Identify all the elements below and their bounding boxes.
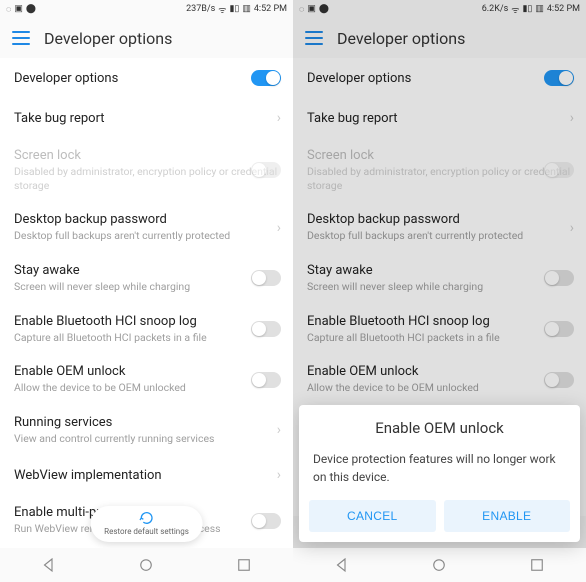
row-bug-report[interactable]: Take bug report›	[0, 98, 293, 138]
sim-icon: ▣	[307, 4, 316, 15]
row-backup-password[interactable]: Desktop backup passwordDesktop full back…	[293, 202, 586, 253]
toggle-multi-webview[interactable]	[251, 513, 281, 529]
dialog-message: Device protection features will no longe…	[309, 451, 570, 486]
home-button[interactable]	[137, 556, 155, 574]
row-oem-unlock[interactable]: Enable OEM unlockAllow the device to be …	[0, 354, 293, 405]
dialog-title: Enable OEM unlock	[309, 419, 570, 437]
status-bar: ◌▣⬤ 237B/sᯤ▮▯▥4:52 PM	[0, 0, 293, 18]
toggle-bt-snoop[interactable]	[251, 321, 281, 337]
location-icon: ◌	[6, 4, 11, 15]
row-screen-lock: Screen lockDisabled by administrator, en…	[0, 138, 293, 202]
enable-button[interactable]: ENABLE	[444, 500, 571, 532]
battery-icon: ▥	[535, 4, 544, 14]
battery-icon: ▥	[242, 4, 251, 14]
chevron-right-icon: ›	[570, 220, 574, 236]
row-bt-snoop[interactable]: Enable Bluetooth HCI snoop logCapture al…	[0, 304, 293, 355]
toggle-developer-options[interactable]	[251, 70, 281, 86]
row-developer-options[interactable]: Developer options	[293, 58, 586, 98]
wifi-icon: ᯤ	[511, 3, 519, 16]
net-speed: 6.2K/s	[482, 4, 509, 14]
row-running-services[interactable]: Running servicesView and control current…	[0, 405, 293, 456]
row-webview[interactable]: WebView implementation›	[0, 455, 293, 495]
row-stay-awake[interactable]: Stay awakeScreen will never sleep while …	[293, 253, 586, 304]
row-bug-report[interactable]: Take bug report›	[293, 98, 586, 138]
toggle-stay-awake[interactable]	[251, 270, 281, 286]
page-title: Developer options	[337, 29, 465, 48]
back-button[interactable]	[333, 556, 351, 574]
recents-button[interactable]	[528, 556, 546, 574]
nav-bar	[0, 548, 293, 582]
row-oem-unlock[interactable]: Enable OEM unlockAllow the device to be …	[293, 354, 586, 405]
toggle-screen-lock	[251, 162, 281, 178]
nav-bar	[293, 548, 586, 582]
chevron-right-icon: ›	[277, 220, 281, 236]
signal-icon: ▮▯	[229, 4, 239, 14]
chevron-right-icon: ›	[570, 110, 574, 126]
app-bar: Developer options	[0, 18, 293, 58]
net-speed: 237B/s	[186, 4, 215, 14]
chat-icon: ⬤	[26, 4, 36, 15]
home-button[interactable]	[430, 556, 448, 574]
chevron-right-icon: ›	[277, 422, 281, 438]
recents-button[interactable]	[235, 556, 253, 574]
chevron-right-icon: ›	[277, 110, 281, 126]
cancel-button[interactable]: CANCEL	[309, 500, 436, 532]
restore-defaults-toast[interactable]: Restore default settings	[90, 506, 203, 542]
settings-list: Developer options Take bug report› Scree…	[0, 58, 293, 582]
screen-right: ◌▣⬤ 6.2K/sᯤ▮▯▥4:52 PM Developer options …	[293, 0, 586, 582]
toggle-oem-unlock[interactable]	[251, 372, 281, 388]
clock: 4:52 PM	[254, 4, 287, 14]
screen-left: ◌▣⬤ 237B/sᯤ▮▯▥4:52 PM Developer options …	[0, 0, 293, 582]
status-bar: ◌▣⬤ 6.2K/sᯤ▮▯▥4:52 PM	[293, 0, 586, 18]
page-title: Developer options	[44, 29, 172, 48]
toggle-oem-unlock[interactable]	[544, 372, 574, 388]
location-icon: ◌	[299, 4, 304, 15]
chat-icon: ⬤	[319, 4, 329, 15]
row-bt-snoop[interactable]: Enable Bluetooth HCI snoop logCapture al…	[293, 304, 586, 355]
signal-icon: ▮▯	[522, 4, 532, 14]
toggle-developer-options[interactable]	[544, 70, 574, 86]
clock: 4:52 PM	[547, 4, 580, 14]
toggle-bt-snoop[interactable]	[544, 321, 574, 337]
oem-unlock-dialog: Enable OEM unlock Device protection feat…	[299, 405, 580, 542]
toggle-stay-awake[interactable]	[544, 270, 574, 286]
row-developer-options[interactable]: Developer options	[0, 58, 293, 98]
menu-icon[interactable]	[12, 31, 30, 45]
row-stay-awake[interactable]: Stay awakeScreen will never sleep while …	[0, 253, 293, 304]
row-backup-password[interactable]: Desktop backup passwordDesktop full back…	[0, 202, 293, 253]
row-screen-lock: Screen lockDisabled by administrator, en…	[293, 138, 586, 202]
refresh-icon	[138, 510, 154, 526]
app-bar: Developer options	[293, 18, 586, 58]
sim-icon: ▣	[14, 4, 23, 15]
wifi-icon: ᯤ	[218, 3, 226, 16]
chevron-right-icon: ›	[277, 467, 281, 483]
back-button[interactable]	[40, 556, 58, 574]
toggle-screen-lock	[544, 162, 574, 178]
menu-icon[interactable]	[305, 31, 323, 45]
